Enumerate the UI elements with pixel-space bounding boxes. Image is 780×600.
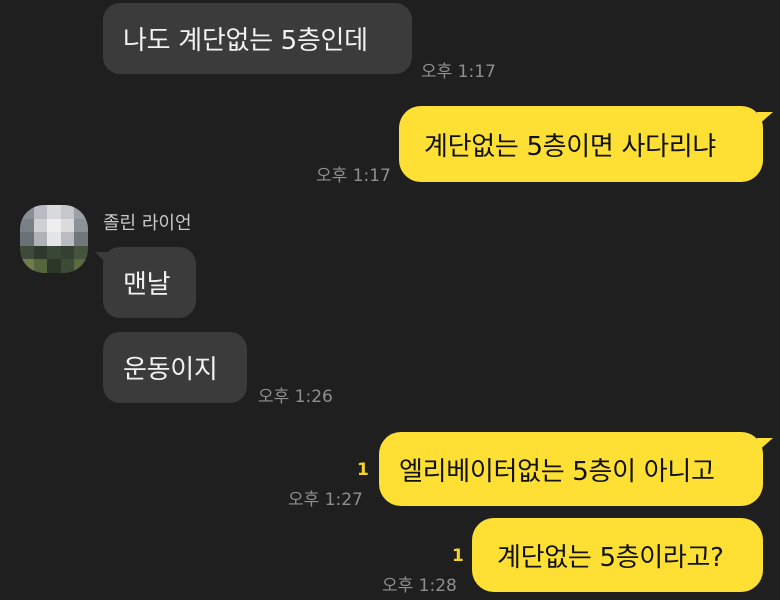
message-timestamp: 오후 1:28 (382, 576, 457, 596)
sender-avatar[interactable] (20, 205, 88, 273)
message-timestamp: 오후 1:26 (258, 387, 333, 407)
message-text: 운동이지 (123, 355, 218, 385)
message-text: 맨날 (123, 270, 171, 300)
message-timestamp: 오후 1:17 (316, 166, 391, 186)
bubble-tail (757, 112, 773, 126)
sender-name: 졸린 라이언 (103, 213, 192, 234)
message-timestamp: 오후 1:17 (421, 62, 496, 82)
message-text: 엘리베이터없는 5층이 아니고 (399, 456, 715, 487)
unread-count-badge: 1 (452, 546, 464, 566)
message-timestamp: 오후 1:27 (288, 490, 363, 510)
bubble-tail (757, 438, 773, 452)
message-text: 나도 계단없는 5층인데 (123, 26, 368, 56)
outgoing-message-bubble[interactable]: 계단없는 5층이라고? (472, 518, 763, 592)
outgoing-message-bubble[interactable]: 계단없는 5층이면 사다리냐 (399, 106, 763, 182)
outgoing-message-bubble[interactable]: 엘리베이터없는 5층이 아니고 (379, 432, 763, 506)
incoming-message-bubble[interactable]: 맨날 (103, 247, 196, 318)
unread-count-badge: 1 (357, 460, 369, 480)
incoming-message-bubble[interactable]: 운동이지 (103, 332, 247, 403)
chat-room: 나도 계단없는 5층인데 오후 1:17 계단없는 5층이면 사다리냐 오후 1… (0, 0, 780, 600)
message-text: 계단없는 5층이라고? (497, 542, 724, 573)
message-text: 계단없는 5층이면 사다리냐 (424, 131, 716, 162)
incoming-message-bubble[interactable]: 나도 계단없는 5층인데 (103, 3, 412, 74)
